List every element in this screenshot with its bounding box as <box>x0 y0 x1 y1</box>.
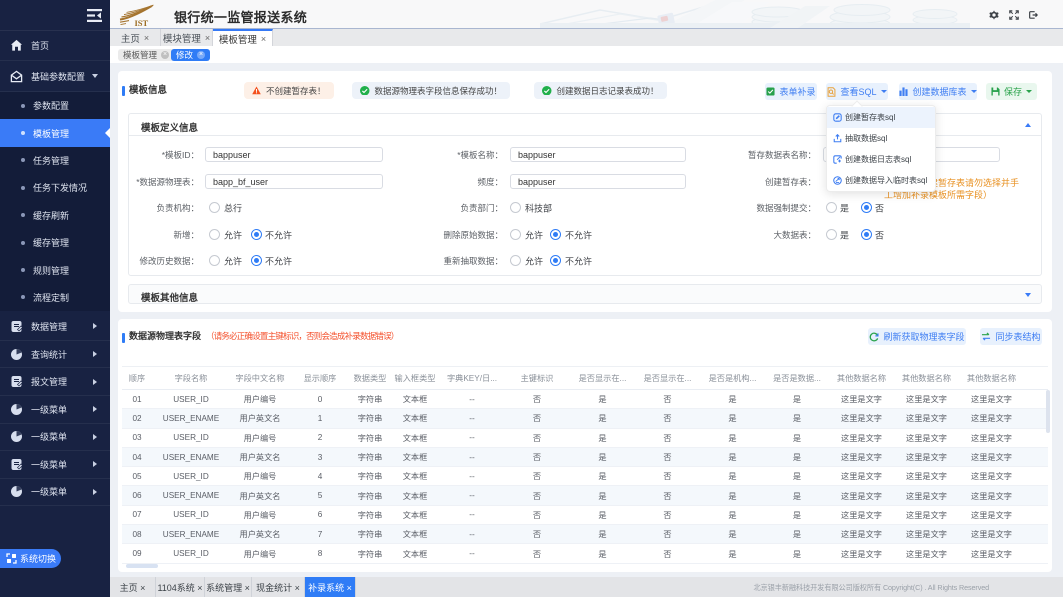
svg-text:IST: IST <box>135 18 149 27</box>
